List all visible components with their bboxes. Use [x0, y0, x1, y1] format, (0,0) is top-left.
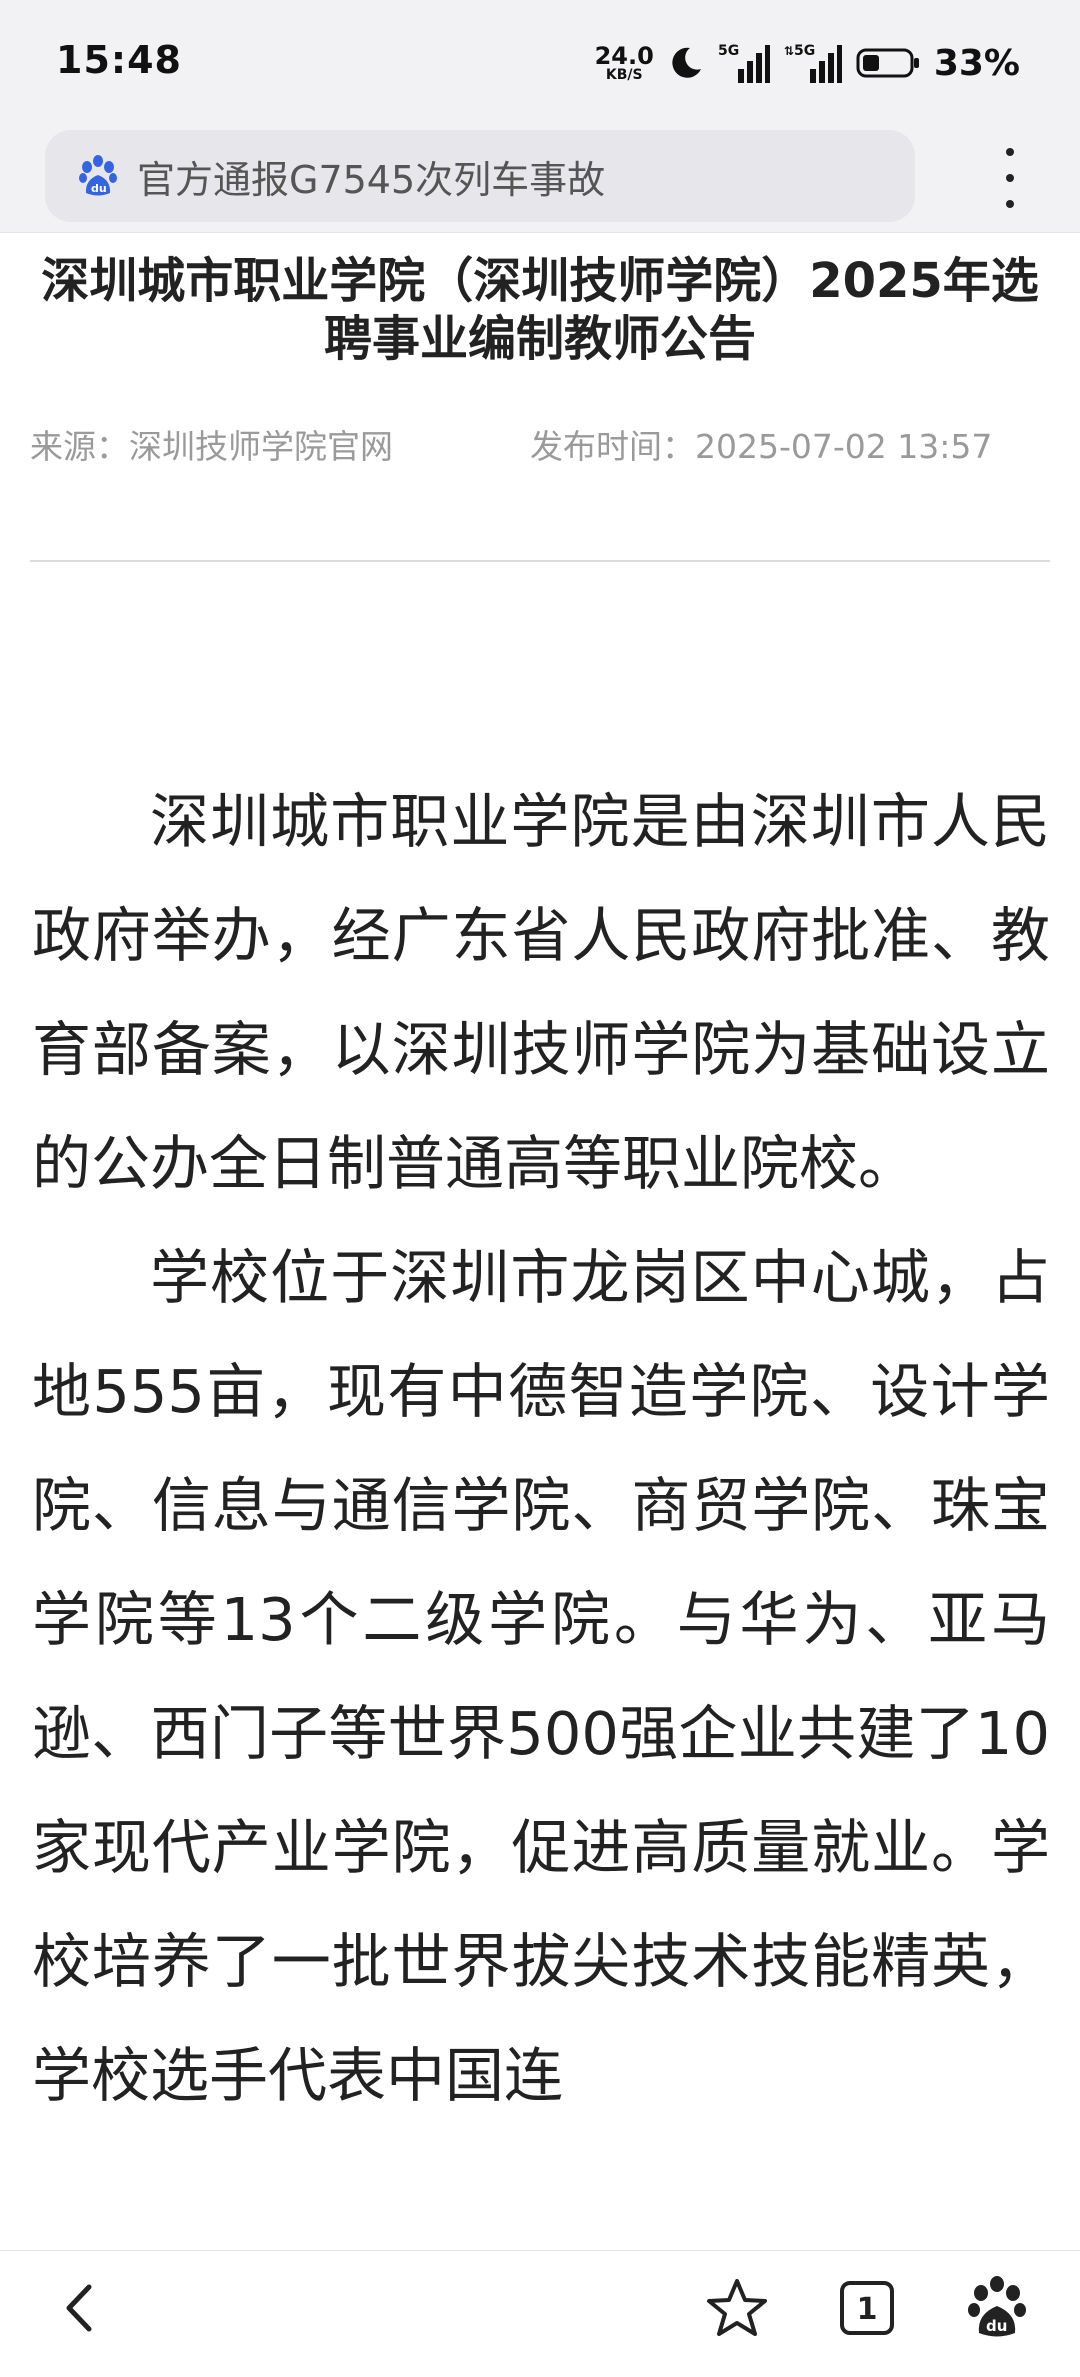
article-title: 深圳城市职业学院（深圳技师学院）2025年选聘事业编制教师公告: [41, 253, 1039, 367]
article-body: 深圳城市职业学院是由深圳市人民政府举办，经广东省人民政府批准、教育部备案，以深圳…: [32, 765, 1050, 2133]
article-publish-time: 发布时间：2025-07-02 13:57: [530, 427, 993, 466]
more-vertical-icon: [1006, 148, 1014, 156]
article-meta: 来源：深圳技师学院官网 发布时间：2025-07-02 13:57: [30, 420, 1050, 468]
baidu-paw-icon: du: [79, 155, 117, 196]
article-paragraph: 深圳城市职业学院是由深圳市人民政府举办，经广东省人民政府批准、教育部备案，以深圳…: [32, 787, 1050, 1198]
search-input[interactable]: du 官方通报G7545次列车事故: [45, 130, 915, 222]
baidu-home-icon[interactable]: du: [962, 2273, 1032, 2343]
moon-icon: [672, 47, 701, 78]
bottom-nav: 1 du: [0, 2250, 1080, 2377]
svg-text:du: du: [986, 2317, 1007, 2335]
battery-icon: [856, 48, 919, 78]
article-source: 来源：深圳技师学院官网: [30, 427, 393, 466]
svg-text:du: du: [91, 182, 107, 195]
status-icons: 24.0 KB/S 5G ⇅ 5G 33%: [595, 38, 1020, 88]
browser-toolbar: du 官方通报G7545次列车事故: [0, 130, 1080, 233]
signal-icon: 5G: [718, 43, 770, 83]
star-icon[interactable]: [702, 2273, 772, 2343]
network-speed: 24.0 KB/S: [595, 44, 654, 82]
tab-count: 1: [857, 2292, 878, 2327]
signal-label-1: 5G: [718, 43, 739, 59]
more-dot: [1006, 200, 1014, 208]
status-bar: 15:48 24.0 KB/S 5G ⇅ 5G 33%: [0, 0, 1080, 130]
network-speed-value: 24.0: [594, 42, 654, 70]
tabs-button[interactable]: 1: [832, 2273, 902, 2343]
tabs-icon: 1: [840, 2281, 894, 2335]
more-menu-button[interactable]: [990, 148, 1030, 208]
battery-percentage: 33%: [933, 42, 1020, 84]
signal-icon: ⇅ 5G: [784, 43, 842, 83]
more-dot: [1006, 174, 1014, 182]
status-time: 15:48: [56, 38, 182, 82]
signal-label-2: 5G: [794, 43, 815, 59]
divider: [30, 560, 1050, 562]
svg-text:⇅: ⇅: [784, 44, 794, 58]
network-speed-unit: KB/S: [605, 67, 643, 83]
back-chevron-icon[interactable]: [45, 2273, 115, 2343]
search-query-text: 官方通报G7545次列车事故: [137, 157, 606, 202]
article-paragraph: 学校位于深圳市龙岗区中心城，占地555亩，现有中德智造学院、设计学院、信息与通信…: [32, 1243, 1050, 2110]
